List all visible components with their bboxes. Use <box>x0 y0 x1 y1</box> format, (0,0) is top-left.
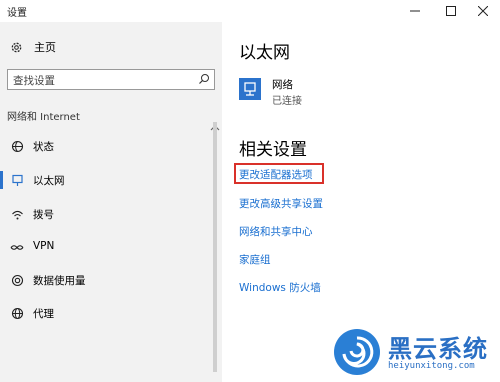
sidebar-item-label: 代理 <box>33 308 54 320</box>
window-title: 设置 <box>7 8 27 19</box>
sidebar-item-ethernet[interactable]: 以太网 <box>0 168 210 192</box>
sidebar-item-status[interactable]: 状态 <box>0 134 210 158</box>
search-input[interactable]: 查找设置 <box>7 69 215 90</box>
network-name[interactable]: 网络 <box>272 77 293 92</box>
link-network-sharing-center[interactable]: 网络和共享中心 <box>239 224 313 239</box>
close-icon <box>478 6 488 16</box>
search-placeholder: 查找设置 <box>13 75 55 87</box>
sidebar-item-dialup[interactable]: 拨号 <box>0 202 210 226</box>
sidebar-item-label: 数据使用量 <box>33 275 86 287</box>
sidebar-item-label: 以太网 <box>33 175 65 187</box>
minimize-button[interactable] <box>398 0 432 22</box>
link-change-adapter-options[interactable]: 更改适配器选项 <box>239 167 313 182</box>
gear-icon <box>11 42 22 52</box>
watermark-title: 黑云系统 <box>388 335 488 363</box>
watermark: 黑云系统 heiyunxitong.com <box>328 325 500 382</box>
vpn-icon <box>10 240 24 254</box>
search-icon[interactable] <box>198 73 210 85</box>
ethernet-icon <box>10 173 24 187</box>
sidebar-home[interactable]: 主页 <box>10 39 56 55</box>
link-advanced-sharing[interactable]: 更改高级共享设置 <box>239 196 323 211</box>
globe-status-icon <box>10 139 24 153</box>
sidebar-item-proxy[interactable]: 代理 <box>0 301 210 325</box>
selection-indicator <box>0 171 3 189</box>
minimize-icon <box>410 10 420 12</box>
link-windows-firewall[interactable]: Windows 防火墙 <box>239 280 321 295</box>
sidebar-item-label: 拨号 <box>33 209 54 221</box>
close-button[interactable] <box>466 0 500 22</box>
page-title: 以太网 <box>239 43 290 63</box>
link-homegroup[interactable]: 家庭组 <box>239 252 271 267</box>
sidebar-item-label: 状态 <box>33 141 54 153</box>
sidebar: 主页 查找设置 网络和 Internet 状态 以太网 拨号 VPN 数据使用量… <box>0 22 222 382</box>
section-label: 网络和 Internet <box>7 112 80 123</box>
watermark-url: heiyunxitong.com <box>388 361 475 371</box>
scrollbar-thumb[interactable] <box>213 122 217 372</box>
sidebar-item-data-usage[interactable]: 数据使用量 <box>0 268 210 292</box>
related-settings-heading: 相关设置 <box>239 140 307 160</box>
proxy-globe-icon <box>10 306 24 320</box>
title-bar: 设置 <box>0 0 500 22</box>
sidebar-item-vpn[interactable]: VPN <box>0 235 210 259</box>
network-status: 已连接 <box>272 96 302 107</box>
data-usage-icon <box>10 273 24 287</box>
watermark-logo-icon <box>334 329 380 375</box>
maximize-icon <box>446 6 456 16</box>
network-adapter-icon[interactable] <box>239 78 261 100</box>
maximize-button[interactable] <box>434 0 468 22</box>
sidebar-item-label: VPN <box>33 240 55 252</box>
home-label: 主页 <box>34 41 56 54</box>
dialup-icon <box>10 207 24 221</box>
